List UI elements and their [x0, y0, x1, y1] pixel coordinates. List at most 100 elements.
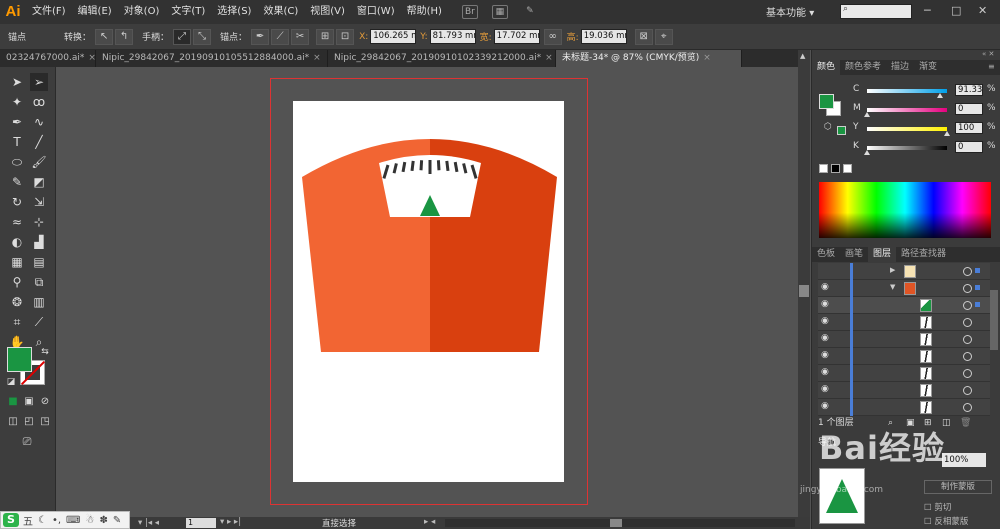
menu-edit[interactable]: 编辑(E) [72, 0, 118, 24]
eye-icon[interactable]: ◉ [821, 367, 833, 379]
make-mask-button[interactable]: 制作蒙版 [924, 480, 992, 494]
tab-doc-2[interactable]: Nipic_29842067_20190910105512884000.ai* × [96, 50, 328, 67]
target-icon[interactable] [963, 369, 972, 378]
link-icon[interactable]: ∞ [543, 28, 562, 45]
tab-color-guide[interactable]: 颜色参考 [840, 60, 886, 75]
none-mode-icon[interactable]: ⊘ [36, 393, 54, 411]
warp-icon[interactable]: ≈ [8, 213, 26, 231]
layer-row[interactable]: ◉ [818, 348, 990, 365]
screen-mode-icon[interactable]: ⎚ [18, 433, 36, 451]
canvas[interactable] [56, 67, 798, 517]
tab-brushes[interactable]: 画笔 [840, 247, 868, 262]
channel-slider[interactable] [867, 108, 947, 112]
horizontal-scrollbar[interactable] [445, 519, 795, 527]
color-spectrum[interactable] [819, 182, 991, 238]
panel-collapse-icon[interactable]: « ✕ [982, 50, 994, 58]
hide-handles-icon[interactable]: ⤡ [193, 28, 212, 45]
navigator-thumbnail[interactable] [819, 468, 865, 524]
menu-effect[interactable]: 效果(C) [257, 0, 304, 24]
slider-handle-icon[interactable] [944, 131, 950, 136]
zoom-menu-icon[interactable]: ▾ |◂ ◂ [138, 518, 159, 528]
menu-help[interactable]: 帮助(H) [401, 0, 448, 24]
clip-checkbox[interactable]: ☐ 剪切 [924, 501, 951, 513]
tab-doc-4[interactable]: 未标题-34* @ 87% (CMYK/预览) × [556, 50, 742, 67]
gpu-icon[interactable]: ✎ [522, 5, 538, 19]
pencil-icon[interactable]: ✎ [8, 173, 26, 191]
vertical-scrollbar[interactable]: ▲ [798, 50, 810, 517]
magic-wand-icon[interactable]: ✦ [8, 93, 26, 111]
brush-icon[interactable]: 🖌 [30, 153, 48, 171]
skin-icon[interactable]: ☃ [85, 515, 94, 526]
artboard-number-field[interactable]: 1 [186, 518, 216, 528]
symbol-sprayer-icon[interactable]: ❂ [8, 293, 26, 311]
target-icon[interactable] [963, 352, 972, 361]
reference-point-icon[interactable]: ⊡ [336, 28, 355, 45]
layer-row[interactable]: ◉ [818, 399, 990, 416]
layer-row[interactable]: ▶ [818, 263, 990, 280]
target-icon[interactable] [963, 386, 972, 395]
ime-mode[interactable]: 五 [23, 513, 33, 528]
close-icon[interactable]: ✕ [978, 4, 987, 17]
direct-selection-icon[interactable]: ➢ [30, 73, 48, 91]
eye-icon[interactable]: ◉ [821, 401, 833, 413]
workspace-switcher[interactable]: 基本功能 ▾ [766, 4, 814, 19]
menu-window[interactable]: 窗口(W) [351, 0, 401, 24]
layer-row[interactable]: ◉ [818, 365, 990, 382]
keyboard-icon[interactable]: ⌨ [66, 515, 80, 526]
status-arrow-icon[interactable]: ▸ ◂ [424, 517, 435, 527]
bridge-icon[interactable]: Br [461, 5, 478, 19]
menu-type[interactable]: 文字(T) [165, 0, 211, 24]
none-swatch[interactable] [819, 164, 828, 173]
artboard-nav-icon[interactable]: ▾ ▸ ▸| [220, 517, 241, 527]
connect-anchor-icon[interactable]: ⟋ [271, 28, 290, 45]
blend-icon[interactable]: ⧉ [30, 273, 48, 291]
close-icon[interactable]: × [545, 53, 553, 63]
draw-inside-icon[interactable]: ◳ [36, 413, 54, 431]
free-transform-icon[interactable]: ⊹ [30, 213, 48, 231]
slider-handle-icon[interactable] [864, 112, 870, 117]
channel-value[interactable]: 91.33 [955, 84, 983, 96]
collapse-arrow-icon[interactable]: ▼ [890, 283, 895, 291]
close-icon[interactable]: × [703, 53, 711, 63]
layer-row[interactable]: ◉ ▼ [818, 280, 990, 297]
ellipse-icon[interactable]: ⬭ [8, 153, 26, 171]
x-field[interactable]: 106.265 mm [370, 29, 417, 44]
line-icon[interactable]: ╱ [30, 133, 48, 151]
tab-gradient[interactable]: 渐变 [914, 60, 942, 75]
menu-object[interactable]: 对象(O) [118, 0, 166, 24]
swap-fill-stroke-icon[interactable]: ⇆ [36, 343, 54, 361]
nav-zoom-field[interactable]: 100% [942, 453, 986, 467]
show-handles-icon[interactable]: ⤢ [173, 28, 192, 45]
ime-logo[interactable]: S [3, 513, 19, 527]
layer-row[interactable]: ◉ [818, 331, 990, 348]
rotate-icon[interactable]: ↻ [8, 193, 26, 211]
channel-value[interactable]: 0 [955, 141, 983, 153]
channel-value[interactable]: 100 [955, 122, 983, 134]
target-icon[interactable] [963, 284, 972, 293]
white-swatch[interactable] [843, 164, 852, 173]
convert-smooth-icon[interactable]: ↰ [115, 28, 134, 45]
web-color-swatch[interactable] [837, 126, 846, 135]
out-of-gamut-icon[interactable]: ⬡ [824, 122, 832, 132]
channel-slider[interactable] [867, 89, 947, 93]
search-input[interactable] [840, 4, 912, 19]
layer-row[interactable]: ◉ [818, 314, 990, 331]
tab-doc-3[interactable]: Nipic_29842067_20190910102339212000.ai* × [328, 50, 556, 67]
maximize-icon[interactable]: □ [951, 4, 961, 17]
artboard-icon[interactable]: ⌗ [8, 313, 26, 331]
slice-icon[interactable]: ⟋ [30, 313, 48, 331]
channel-slider[interactable] [867, 127, 947, 131]
scroll-up-icon[interactable]: ▲ [800, 52, 805, 60]
scroll-thumb[interactable] [799, 285, 809, 297]
eyedropper-icon[interactable]: ⚲ [8, 273, 26, 291]
layer-row[interactable]: ◉ [818, 382, 990, 399]
menu-select[interactable]: 选择(S) [211, 0, 257, 24]
height-field[interactable]: 19.036 mm [580, 29, 627, 44]
width-field[interactable]: 17.702 mm [493, 29, 540, 44]
close-icon[interactable]: × [88, 53, 95, 63]
eye-icon[interactable]: ◉ [821, 282, 833, 294]
eye-icon[interactable]: ◉ [821, 299, 833, 311]
punctuation-icon[interactable]: •, [52, 515, 61, 526]
remove-anchor-icon[interactable]: ✒ [251, 28, 270, 45]
scale-illustration[interactable] [293, 101, 564, 482]
